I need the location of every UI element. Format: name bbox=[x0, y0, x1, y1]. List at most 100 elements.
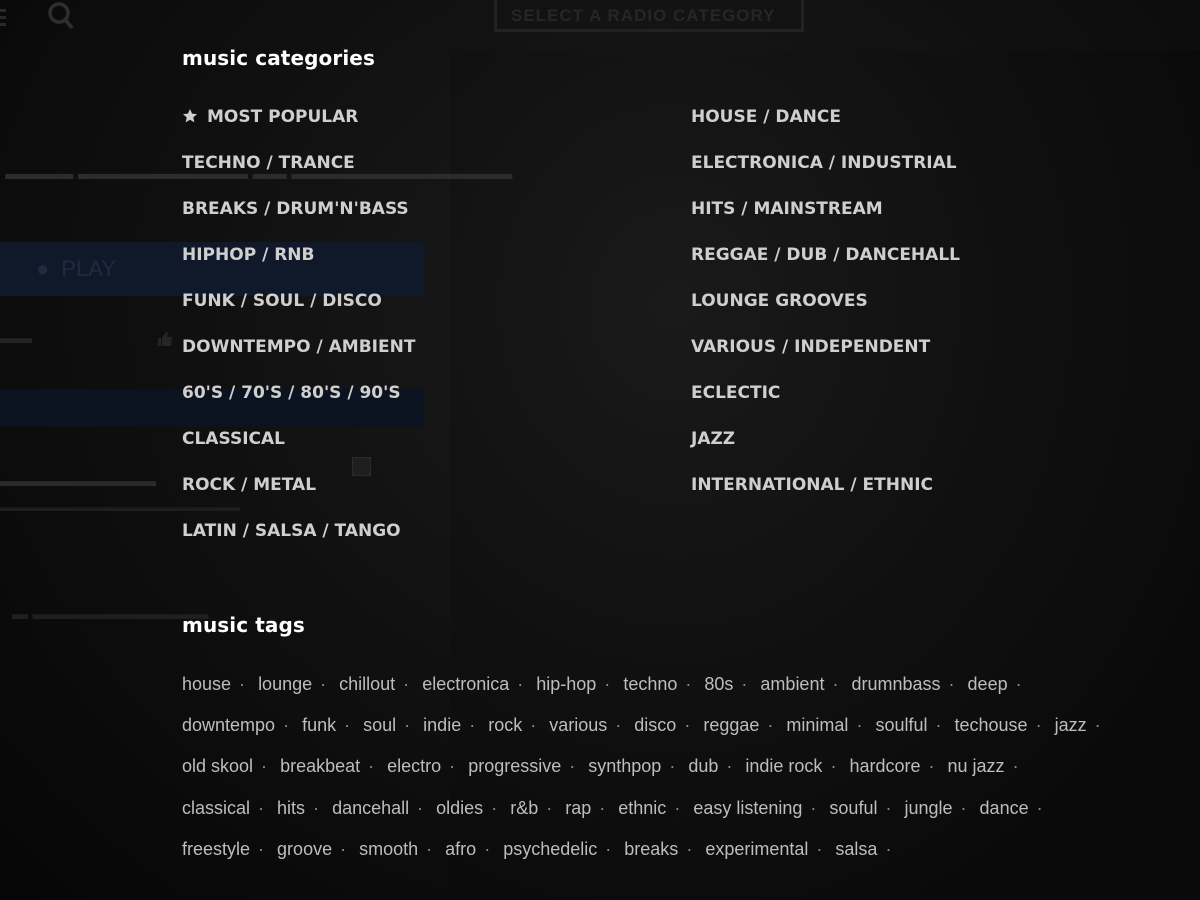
trend-heading: ▬▬▬▬▬▬▬▬▬▬ bbox=[0, 473, 156, 490]
music-tag-link[interactable]: minimal bbox=[786, 715, 848, 735]
music-tag-link[interactable]: indie bbox=[423, 715, 461, 735]
category-label: MOST POPULAR bbox=[207, 107, 359, 127]
music-tag-link[interactable]: downtempo bbox=[182, 715, 275, 735]
music-tag-link[interactable]: hip-hop bbox=[536, 674, 596, 694]
category-item[interactable]: DOWNTEMPO / AMBIENT bbox=[182, 334, 415, 380]
music-tag-link[interactable]: disco bbox=[634, 715, 676, 735]
tag-separator: · bbox=[1012, 756, 1019, 777]
tag-separator: · bbox=[686, 838, 693, 859]
music-tag-link[interactable]: jungle bbox=[904, 798, 952, 818]
category-item[interactable]: LATIN / SALSA / TANGO bbox=[182, 518, 415, 564]
tag-separator: · bbox=[484, 838, 491, 859]
category-item[interactable]: MOST POPULAR bbox=[182, 104, 415, 150]
tag-separator: · bbox=[261, 756, 268, 777]
music-tag-link[interactable]: hits bbox=[277, 798, 305, 818]
music-tag-link[interactable]: jazz bbox=[1055, 715, 1087, 735]
category-item[interactable]: VARIOUS / INDEPENDENT bbox=[691, 334, 960, 380]
music-tag-link[interactable]: ethnic bbox=[618, 798, 666, 818]
music-tag-link[interactable]: 80s bbox=[704, 674, 733, 694]
category-item[interactable]: ECLECTIC bbox=[691, 380, 960, 426]
music-tag-link[interactable]: hardcore bbox=[849, 756, 920, 776]
music-tag-link[interactable]: dub bbox=[688, 756, 718, 776]
background-more-link[interactable]: ▬ ▬▬▬▬▬▬▬▬▬▬▬ bbox=[12, 606, 208, 624]
music-tag-link[interactable]: oldies bbox=[436, 798, 483, 818]
category-item[interactable]: ROCK / METAL bbox=[182, 472, 415, 518]
music-tag-link[interactable]: rock bbox=[488, 715, 522, 735]
music-tag-link[interactable]: dancehall bbox=[332, 798, 409, 818]
music-tag-link[interactable]: ambient bbox=[760, 674, 824, 694]
music-tag-link[interactable]: synthpop bbox=[588, 756, 661, 776]
category-item[interactable]: BREAKS / DRUM'N'BASS bbox=[182, 196, 415, 242]
music-tag-link[interactable]: easy listening bbox=[693, 798, 802, 818]
music-tag-link[interactable]: chillout bbox=[339, 674, 395, 694]
music-categories-heading: music categories bbox=[182, 46, 375, 70]
thumbs-up-icon[interactable] bbox=[158, 332, 172, 346]
music-tag-link[interactable]: psychedelic bbox=[503, 839, 597, 859]
music-tag-link[interactable]: dance bbox=[980, 798, 1029, 818]
music-tag-link[interactable]: deep bbox=[968, 674, 1008, 694]
music-tag-link[interactable]: r&b bbox=[510, 798, 538, 818]
category-select[interactable]: SELECT A RADIO CATEGORY bbox=[494, 0, 804, 32]
category-item[interactable]: HIPHOP / RNB bbox=[182, 242, 415, 288]
play-icon: ● bbox=[36, 256, 50, 281]
tag-separator: · bbox=[684, 715, 691, 736]
tag-separator: · bbox=[426, 838, 433, 859]
music-tag-link[interactable]: electro bbox=[387, 756, 441, 776]
music-tag-link[interactable]: freestyle bbox=[182, 839, 250, 859]
category-item[interactable]: JAZZ bbox=[691, 426, 960, 472]
music-tag-link[interactable]: house bbox=[182, 674, 231, 694]
tag-separator: · bbox=[810, 797, 817, 818]
category-item[interactable]: FUNK / SOUL / DISCO bbox=[182, 288, 415, 334]
music-tag-link[interactable]: techno bbox=[623, 674, 677, 694]
music-tag-link[interactable]: old skool bbox=[182, 756, 253, 776]
tag-separator: · bbox=[258, 838, 265, 859]
music-tag-link[interactable]: experimental bbox=[705, 839, 808, 859]
category-label: TECHNO / TRANCE bbox=[182, 153, 355, 173]
music-tag-link[interactable]: progressive bbox=[468, 756, 561, 776]
tag-separator: · bbox=[313, 797, 320, 818]
music-tag-link[interactable]: salsa bbox=[835, 839, 877, 859]
category-item[interactable]: LOUNGE GROOVES bbox=[691, 288, 960, 334]
menu-overlay-page: SELECT A RADIO CATEGORY ▸ ▬▬▬▬ ▬▬▬▬▬▬▬▬▬… bbox=[0, 0, 1200, 900]
music-tag-link[interactable]: soulful bbox=[875, 715, 927, 735]
tag-separator: · bbox=[417, 797, 424, 818]
tag-separator: · bbox=[726, 756, 733, 777]
music-tag-link[interactable]: afro bbox=[445, 839, 476, 859]
category-item[interactable]: INTERNATIONAL / ETHNIC bbox=[691, 472, 960, 518]
music-tag-link[interactable]: soul bbox=[363, 715, 396, 735]
music-tag-link[interactable]: smooth bbox=[359, 839, 418, 859]
music-tag-link[interactable]: nu jazz bbox=[948, 756, 1005, 776]
category-select-label: SELECT A RADIO CATEGORY bbox=[511, 6, 776, 25]
music-tag-link[interactable]: drumnbass bbox=[851, 674, 940, 694]
category-item[interactable]: ELECTRONICA / INDUSTRIAL bbox=[691, 150, 960, 196]
music-tag-link[interactable]: indie rock bbox=[745, 756, 822, 776]
music-tag-link[interactable]: reggae bbox=[703, 715, 759, 735]
category-item[interactable]: TECHNO / TRANCE bbox=[182, 150, 415, 196]
category-item[interactable]: HOUSE / DANCE bbox=[691, 104, 960, 150]
category-item[interactable]: REGGAE / DUB / DANCEHALL bbox=[691, 242, 960, 288]
music-tag-link[interactable]: breakbeat bbox=[280, 756, 360, 776]
music-tag-link[interactable]: techouse bbox=[955, 715, 1028, 735]
tag-separator: · bbox=[320, 674, 327, 694]
music-tag-link[interactable]: lounge bbox=[258, 674, 312, 694]
music-tag-link[interactable]: funk bbox=[302, 715, 336, 735]
category-label: HITS / MAINSTREAM bbox=[691, 199, 883, 219]
music-tag-link[interactable]: breaks bbox=[624, 839, 678, 859]
category-item[interactable]: HITS / MAINSTREAM bbox=[691, 196, 960, 242]
music-tag-link[interactable]: souful bbox=[829, 798, 877, 818]
category-label: BREAKS / DRUM'N'BASS bbox=[182, 199, 409, 219]
music-tag-link[interactable]: rap bbox=[565, 798, 591, 818]
search-icon[interactable] bbox=[48, 0, 74, 32]
category-item[interactable]: CLASSICAL bbox=[182, 426, 415, 472]
tag-separator: · bbox=[1036, 797, 1043, 818]
tag-separator: · bbox=[239, 674, 246, 694]
music-tag-link[interactable]: groove bbox=[277, 839, 332, 859]
category-label: INTERNATIONAL / ETHNIC bbox=[691, 475, 934, 495]
music-tag-link[interactable]: various bbox=[549, 715, 607, 735]
music-tag-link[interactable]: classical bbox=[182, 798, 250, 818]
category-item[interactable]: 60'S / 70'S / 80'S / 90'S bbox=[182, 380, 415, 426]
tag-separator: · bbox=[469, 715, 476, 736]
tag-separator: · bbox=[491, 797, 498, 818]
music-tag-link[interactable]: electronica bbox=[422, 674, 509, 694]
tag-separator: · bbox=[344, 715, 351, 736]
